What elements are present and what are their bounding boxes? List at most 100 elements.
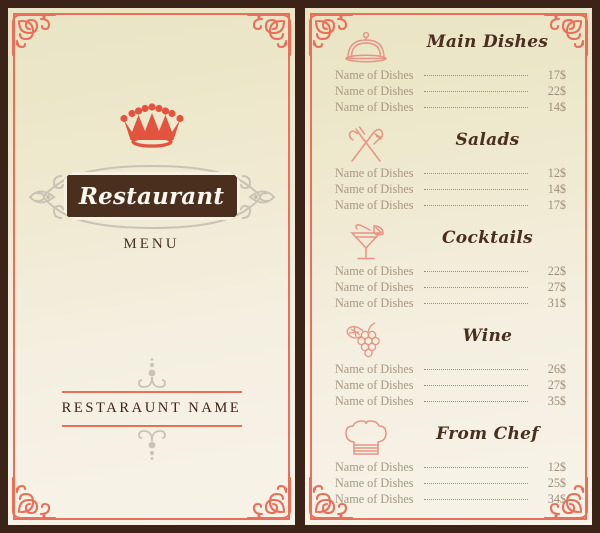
menu-item-row: Name of Dishes 12$ (335, 166, 566, 182)
section-items: Name of Dishes 17$ Name of Dishes 22$ Name o… (321, 68, 576, 116)
menu-subtitle: MENU (123, 236, 180, 252)
menu-item-name: Name of Dishes (335, 264, 414, 278)
leader-dots (423, 482, 528, 484)
menu-section: Cocktails Name of Dishes 22$ Name of Dishes… (321, 222, 576, 312)
menu-item-price: 12$ (547, 460, 566, 474)
section-header: Wine (321, 320, 576, 362)
section-title: Main Dishes (426, 32, 549, 52)
menu-item-name: Name of Dishes (335, 460, 414, 474)
chef-hat-icon (343, 418, 389, 460)
leader-dots (423, 400, 528, 402)
menu-item-row: Name of Dishes 17$ (335, 198, 566, 214)
menu-item-row: Name of Dishes 27$ (335, 378, 566, 394)
leader-dots (423, 286, 528, 288)
grapes-icon (343, 320, 389, 362)
menu-item-price: 31$ (547, 296, 566, 310)
footer-restaurant-name: RESTARAUNT NAME (61, 400, 242, 416)
menu-section: Wine Name of Dishes 26$ Name of Dishes 27$ Na… (321, 320, 576, 410)
menu-design-canvas: Restaurant MENU RESTARAUNT NAME Main Dis… (0, 0, 600, 533)
menu-item-price: 25$ (547, 476, 566, 490)
left-cover-panel: Restaurant MENU RESTARAUNT NAME (8, 8, 295, 525)
menu-item-name: Name of Dishes (335, 476, 414, 490)
menu-item-price: 14$ (547, 100, 566, 114)
right-panel-content: Main Dishes Name of Dishes 17$ Name of Dish… (317, 20, 580, 513)
menu-item-row: Name of Dishes 26$ (335, 362, 566, 378)
leader-dots (423, 90, 528, 92)
leader-dots (423, 368, 528, 370)
section-header: Main Dishes (321, 26, 576, 68)
menu-item-name: Name of Dishes (335, 68, 414, 82)
section-header: Cocktails (321, 222, 576, 264)
menu-item-name: Name of Dishes (335, 378, 414, 392)
flourish-ornament-icon (135, 427, 169, 461)
footer-name-block: RESTARAUNT NAME (20, 357, 283, 461)
menu-item-price: 17$ (547, 198, 566, 212)
section-header: From Chef (321, 418, 576, 460)
menu-item-price: 14$ (547, 182, 566, 196)
leader-dots (423, 106, 528, 108)
menu-item-name: Name of Dishes (335, 394, 414, 408)
right-menu-panel: Main Dishes Name of Dishes 17$ Name of Dish… (305, 8, 592, 525)
left-panel-content: Restaurant MENU RESTARAUNT NAME (20, 20, 283, 513)
leader-dots (423, 466, 528, 468)
restaurant-title: Restaurant (78, 182, 225, 210)
section-header: Salads (321, 124, 576, 166)
menu-item-row: Name of Dishes 34$ (335, 492, 566, 508)
menu-item-row: Name of Dishes 25$ (335, 476, 566, 492)
menu-item-row: Name of Dishes 31$ (335, 296, 566, 312)
leader-dots (423, 188, 528, 190)
menu-item-row: Name of Dishes 22$ (335, 264, 566, 280)
menu-item-row: Name of Dishes 27$ (335, 280, 566, 296)
menu-item-row: Name of Dishes 14$ (335, 100, 566, 116)
cloche-icon (343, 26, 389, 68)
menu-item-name: Name of Dishes (335, 492, 414, 506)
section-items: Name of Dishes 12$ Name of Dishes 25$ Name o… (321, 460, 576, 508)
menu-section: Salads Name of Dishes 12$ Name of Dishes 14$… (321, 124, 576, 214)
menu-item-name: Name of Dishes (335, 84, 414, 98)
menu-item-row: Name of Dishes 22$ (335, 84, 566, 100)
menu-item-price: 22$ (547, 264, 566, 278)
menu-item-price: 26$ (547, 362, 566, 376)
section-title: From Chef (436, 424, 539, 444)
menu-item-price: 27$ (547, 280, 566, 294)
menu-item-price: 35$ (547, 394, 566, 408)
flourish-ornament-icon (135, 357, 169, 391)
menu-item-price: 22$ (547, 84, 566, 98)
menu-item-price: 27$ (547, 378, 566, 392)
leader-dots (423, 498, 528, 500)
leader-dots (423, 204, 528, 206)
section-title: Cocktails (441, 228, 534, 248)
menu-item-name: Name of Dishes (335, 182, 414, 196)
leader-dots (423, 384, 528, 386)
menu-section: From Chef Name of Dishes 12$ Name of Dishes… (321, 418, 576, 508)
menu-item-price: 34$ (547, 492, 566, 506)
menu-item-row: Name of Dishes 35$ (335, 394, 566, 410)
section-title: Salads (455, 130, 520, 150)
menu-item-price: 17$ (547, 68, 566, 82)
leader-dots (423, 270, 528, 272)
menu-item-name: Name of Dishes (335, 198, 414, 212)
section-items: Name of Dishes 22$ Name of Dishes 27$ Name o… (321, 264, 576, 312)
menu-item-name: Name of Dishes (335, 100, 414, 114)
menu-item-price: 12$ (547, 166, 566, 180)
menu-item-row: Name of Dishes 12$ (335, 460, 566, 476)
menu-item-row: Name of Dishes 14$ (335, 182, 566, 198)
restaurant-title-plate: Restaurant (64, 172, 240, 220)
restaurant-banner: Restaurant (28, 162, 275, 232)
leader-dots (423, 172, 528, 174)
section-title: Wine (462, 326, 513, 346)
menu-item-row: Name of Dishes 17$ (335, 68, 566, 84)
section-items: Name of Dishes 26$ Name of Dishes 27$ Name o… (321, 362, 576, 410)
fork-knife-icon (343, 124, 389, 166)
section-items: Name of Dishes 12$ Name of Dishes 14$ Name o… (321, 166, 576, 214)
menu-sections-list: Main Dishes Name of Dishes 17$ Name of Dish… (321, 26, 576, 507)
menu-section: Main Dishes Name of Dishes 17$ Name of Dish… (321, 26, 576, 116)
leader-dots (423, 74, 528, 76)
menu-item-name: Name of Dishes (335, 296, 414, 310)
cocktail-glass-icon (343, 222, 389, 264)
menu-item-name: Name of Dishes (335, 166, 414, 180)
leader-dots (423, 302, 528, 304)
menu-item-name: Name of Dishes (335, 280, 414, 294)
crown-icon (117, 102, 187, 148)
menu-item-name: Name of Dishes (335, 362, 414, 376)
